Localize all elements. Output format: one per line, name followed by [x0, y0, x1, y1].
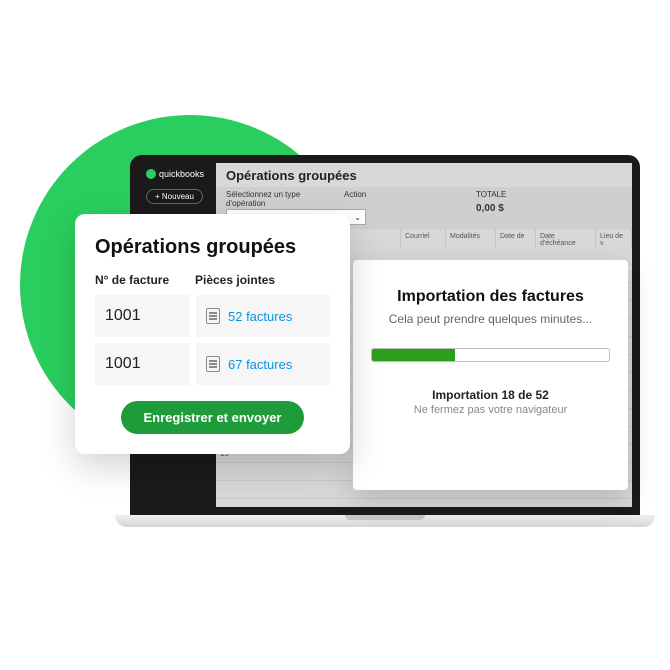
grouped-title: Opérations groupées — [95, 236, 330, 259]
save-send-button[interactable]: Enregistrer et envoyer — [121, 401, 303, 434]
col-courriel: Courriel — [401, 229, 446, 247]
invoice-number: 1001 — [95, 343, 190, 385]
attachment-link[interactable]: 52 factures — [228, 309, 292, 324]
invoice-number: 1001 — [95, 295, 190, 337]
import-progress-card: Importation des factures Cela peut prend… — [353, 260, 628, 490]
grouped-operations-card: Opérations groupées N° de facture Pièces… — [75, 214, 350, 454]
col-echeance: Date d'échéance — [536, 229, 596, 247]
new-button[interactable]: + Nouveau — [146, 189, 203, 204]
grouped-table-head: N° de facture Pièces jointes — [95, 273, 330, 287]
col-invoice-no: N° de facture — [95, 273, 195, 287]
band-type-label: Sélectionnez un type d'opération — [226, 191, 306, 209]
attachment-cell[interactable]: 67 factures — [196, 343, 330, 385]
total-value: 0,00 $ — [476, 203, 504, 214]
import-note: Ne fermez pas votre navigateur — [371, 404, 610, 416]
import-count: Importation 18 de 52 — [371, 388, 610, 402]
band-action-label: Action — [344, 190, 366, 199]
col-datede: Date de — [496, 229, 536, 247]
import-subtitle: Cela peut prendre quelques minutes... — [371, 312, 610, 326]
attachment-link[interactable]: 67 factures — [228, 357, 292, 372]
grouped-row: 1001 52 factures — [95, 295, 330, 337]
document-icon — [206, 356, 220, 372]
progress-bar — [371, 348, 610, 362]
import-title: Importation des factures — [371, 288, 610, 306]
col-lieu: Lieu de v — [596, 229, 632, 247]
laptop-base — [115, 515, 655, 527]
grouped-row: 1001 67 factures — [95, 343, 330, 385]
chevron-down-icon: ⌄ — [354, 213, 361, 222]
col-modalites: Modalités — [446, 229, 496, 247]
col-attachments: Pièces jointes — [195, 273, 275, 287]
page-title: Opérations groupées — [226, 168, 357, 183]
quickbooks-logo: quickbooks — [146, 169, 204, 179]
qb-logo-icon — [146, 169, 156, 179]
attachment-cell[interactable]: 52 factures — [196, 295, 330, 337]
total-label: TOTALE — [476, 190, 506, 199]
qb-logo-text: quickbooks — [159, 169, 204, 179]
progress-fill — [372, 349, 455, 361]
document-icon — [206, 308, 220, 324]
